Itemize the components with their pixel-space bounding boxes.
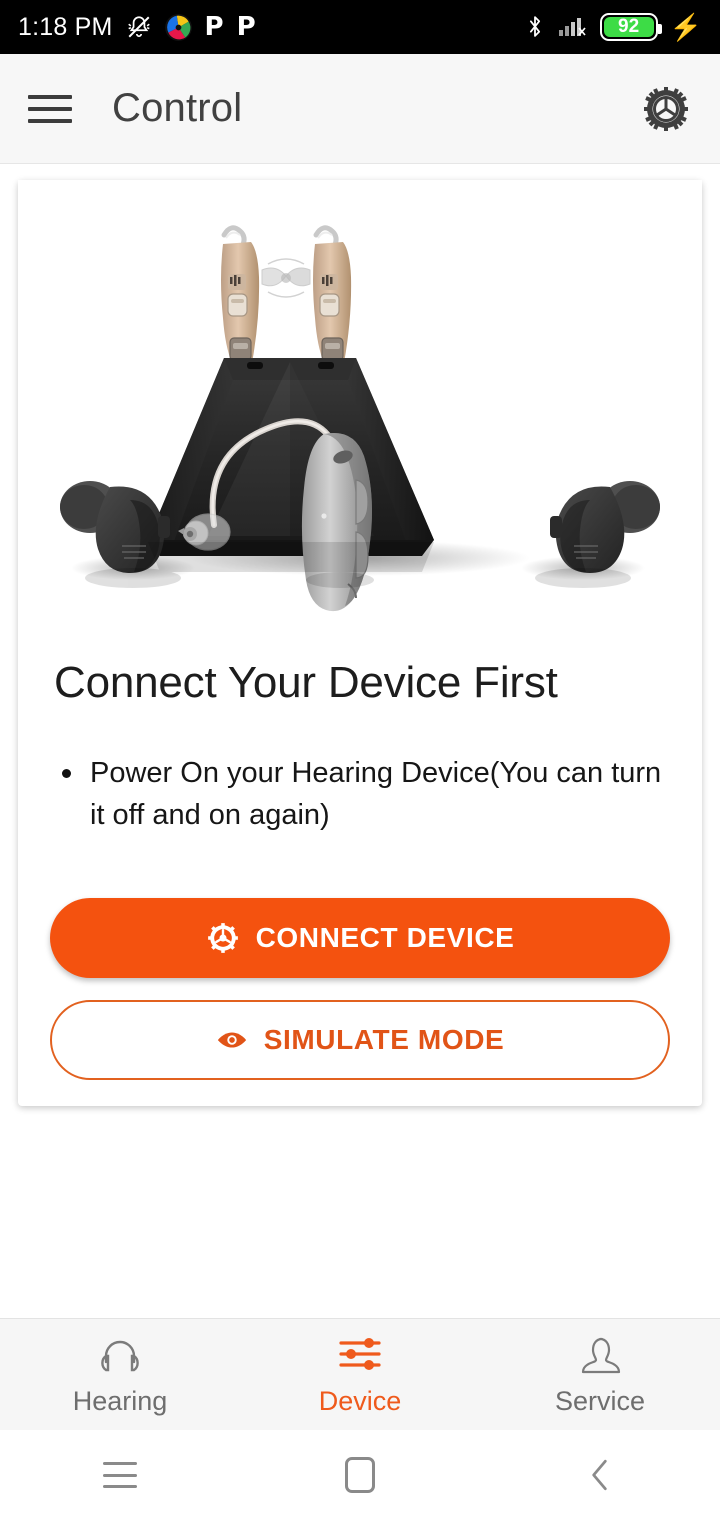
instruction-list: Power On your Hearing Device(You can tur… xyxy=(54,752,666,836)
app-p-icon-1: P xyxy=(204,12,224,42)
android-system-bar xyxy=(0,1430,720,1520)
nav-item-device-label: Device xyxy=(318,1386,402,1416)
settings-gear-icon[interactable] xyxy=(640,83,692,135)
app-p-icon-2: P xyxy=(236,12,256,42)
hearing-aids-and-charger-photo xyxy=(18,180,702,650)
gear-icon xyxy=(206,921,240,955)
menu-line-1 xyxy=(28,94,72,99)
page-title: Control xyxy=(112,86,243,130)
headphones-icon xyxy=(98,1332,142,1376)
person-icon xyxy=(578,1332,622,1376)
battery-level: 92 xyxy=(603,16,654,37)
phone-screen: 1:18 PM P P 92 ⚡ Control Connect Your De… xyxy=(0,0,720,1520)
back-chevron-glyph xyxy=(592,1459,607,1491)
nav-item-service[interactable]: Service xyxy=(480,1319,720,1430)
card-actions: CONNECT DEVICE SIMULATE MODE xyxy=(50,898,670,1081)
home-icon[interactable] xyxy=(240,1457,480,1493)
battery-indicator: 92 xyxy=(599,13,662,41)
content-area: Connect Your Device First Power On your … xyxy=(0,164,720,1318)
recents-icon[interactable] xyxy=(0,1462,240,1488)
status-bar: 1:18 PM P P 92 ⚡ xyxy=(0,0,720,54)
home-glyph xyxy=(345,1457,375,1493)
status-bar-right: 92 ⚡ xyxy=(526,13,702,41)
nav-item-hearing-label: Hearing xyxy=(72,1386,168,1416)
nav-item-hearing[interactable]: Hearing xyxy=(0,1319,240,1430)
charging-bolt-icon: ⚡ xyxy=(669,12,702,42)
eye-icon xyxy=(216,1030,248,1050)
app-logo-icon xyxy=(164,13,192,41)
connect-device-button-label: CONNECT DEVICE xyxy=(255,922,515,954)
status-bar-left: 1:18 PM P P xyxy=(18,13,256,42)
connect-device-button[interactable]: CONNECT DEVICE xyxy=(50,898,670,979)
back-icon[interactable] xyxy=(480,1457,720,1493)
nav-item-service-label: Service xyxy=(554,1386,646,1416)
recents-line-1 xyxy=(103,1462,137,1465)
status-time: 1:18 PM xyxy=(18,12,113,41)
recents-glyph xyxy=(103,1462,137,1488)
simulate-mode-button-label: SIMULATE MODE xyxy=(263,1024,505,1056)
recents-line-2 xyxy=(103,1473,137,1477)
bluetooth-icon xyxy=(526,14,546,40)
connect-device-card: Connect Your Device First Power On your … xyxy=(18,180,702,1107)
menu-line-3 xyxy=(28,118,72,123)
notifications-silenced-icon xyxy=(126,14,152,40)
sliders-icon xyxy=(336,1332,384,1376)
menu-icon[interactable] xyxy=(28,92,72,126)
menu-line-2 xyxy=(28,106,72,111)
app-bar: Control xyxy=(0,54,720,164)
nav-item-device[interactable]: Device xyxy=(240,1319,480,1430)
simulate-mode-button[interactable]: SIMULATE MODE xyxy=(50,1000,670,1081)
list-item: Power On your Hearing Device(You can tur… xyxy=(54,752,666,836)
bottom-navigation: Hearing Device Service xyxy=(0,1318,720,1430)
signal-no-sim-icon xyxy=(558,15,588,39)
card-title: Connect Your Device First xyxy=(54,658,558,707)
recents-line-3 xyxy=(103,1485,137,1488)
